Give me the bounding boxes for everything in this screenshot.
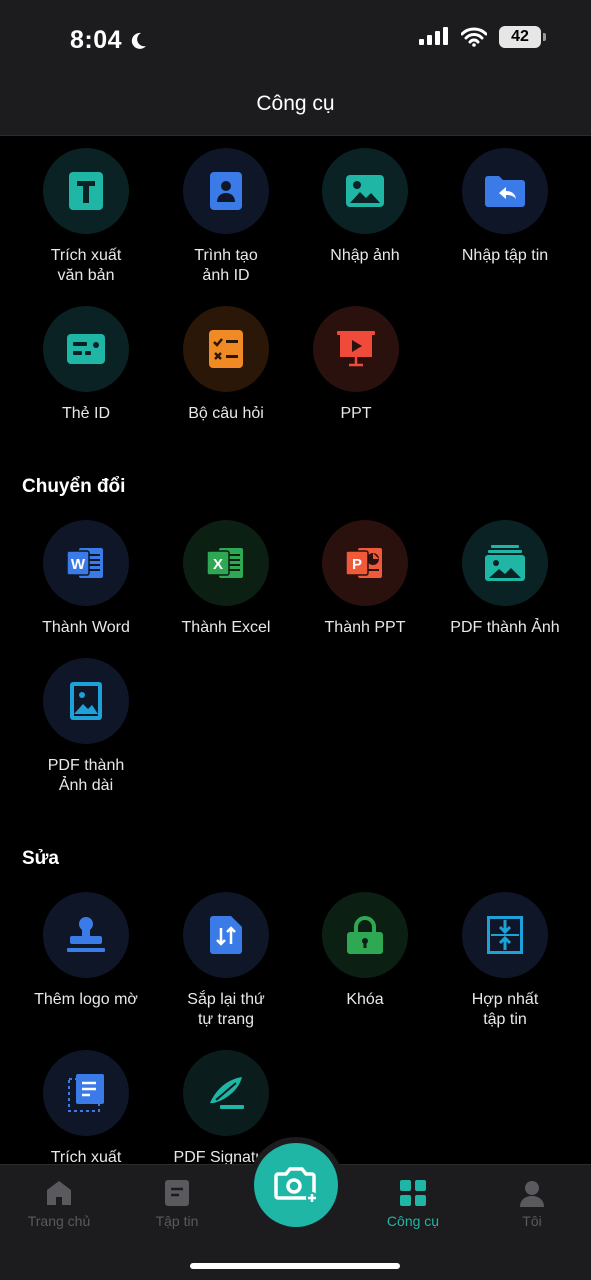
tool-label: Thành Excel (181, 619, 271, 636)
tool-label: tự trang (197, 1011, 255, 1028)
image-import-icon (346, 175, 384, 207)
reorder-pages-icon (210, 916, 242, 954)
page-title: Công cụ (256, 92, 335, 115)
word-icon: W (67, 548, 103, 578)
nav-label: Tập tin (155, 1213, 199, 1229)
tool-merge-files[interactable]: Hợp nhất tập tin (430, 892, 580, 1030)
pdf-to-images-icon (485, 545, 525, 581)
svg-text:P: P (352, 556, 362, 573)
tool-label: văn bản (57, 267, 115, 284)
tool-label: Sắp lại thứ (187, 991, 265, 1008)
camera-scan-button[interactable] (254, 1143, 338, 1227)
tool-watermark[interactable]: Thêm logo mờ (11, 892, 161, 1010)
file-import-icon (485, 176, 525, 207)
quiz-icon (209, 330, 243, 368)
home-icon (47, 1181, 71, 1205)
tool-lock[interactable]: Khóa (290, 892, 440, 1010)
nav-home[interactable]: Trang chủ (4, 1179, 114, 1229)
tool-label: Thành PPT (324, 619, 406, 636)
tool-label: Thêm logo mờ (34, 991, 138, 1008)
top-bar: 8:04 42 Công cụ (0, 0, 591, 136)
tool-import-image[interactable]: Nhập ảnh (290, 148, 440, 266)
tool-pdf-to-images[interactable]: PDF thành Ảnh (430, 520, 580, 638)
tool-label: PDF thành Ảnh (450, 619, 560, 636)
camera-add-icon (274, 1167, 318, 1204)
tool-label: Hợp nhất (471, 991, 539, 1008)
text-extract-icon (69, 172, 103, 210)
tools-content[interactable]: Trích xuất văn bản Trình tạo ảnh ID Nhập ả… (0, 136, 591, 1164)
cellular-signal-icon (419, 27, 448, 45)
section-title-convert: Chuyển đổi (22, 476, 126, 497)
battery-indicator: 42 (499, 26, 546, 48)
lock-icon (347, 916, 383, 954)
tool-label: Thành Word (42, 619, 130, 636)
merge-files-icon (487, 916, 523, 954)
watermark-stamp-icon (67, 917, 105, 952)
tool-ppt[interactable]: PPT (281, 306, 431, 424)
id-photo-icon (210, 172, 242, 210)
tool-label: Ảnh dài (58, 777, 114, 794)
status-time: 8:04 (70, 26, 148, 55)
tool-reorder-pages[interactable]: Sắp lại thứ tự trang (151, 892, 301, 1030)
tool-to-excel[interactable]: X Thành Excel (151, 520, 301, 638)
wifi-icon (461, 27, 487, 47)
tools-grid-icon (400, 1180, 426, 1206)
nav-label: Công cụ (386, 1213, 440, 1229)
nav-profile[interactable]: Tôi (477, 1179, 587, 1229)
tool-pdf-to-long-image[interactable]: PDF thành Ảnh dài (11, 658, 161, 796)
nav-files[interactable]: Tập tin (122, 1179, 232, 1229)
nav-label: Tôi (522, 1213, 542, 1229)
tool-label: Thẻ ID (61, 405, 110, 422)
tool-label: Trích xuất (50, 1149, 122, 1164)
tool-label: Trình tạo (194, 247, 258, 264)
tool-label: PPT (340, 405, 372, 422)
section-title-edit: Sửa (22, 848, 59, 869)
home-indicator (190, 1263, 400, 1269)
tool-label: PDF thành (47, 757, 125, 774)
status-indicators: 42 (419, 26, 546, 48)
svg-text:W: W (71, 556, 86, 573)
tool-label: Nhập tập tin (461, 247, 549, 264)
tool-label: ảnh ID (202, 267, 250, 284)
moon-icon (131, 32, 147, 49)
excel-icon: X (207, 548, 243, 578)
tool-label: Khóa (346, 991, 384, 1008)
tool-label: Nhập ảnh (330, 247, 400, 264)
signature-icon (210, 1077, 244, 1109)
tool-id-photo[interactable]: Trình tạo ảnh ID (151, 148, 301, 286)
id-card-icon (67, 334, 105, 364)
tool-label: Bộ câu hỏi (188, 405, 264, 422)
tool-to-word[interactable]: W Thành Word (11, 520, 161, 638)
pdf-to-long-image-icon (70, 682, 102, 720)
tool-extract-pages[interactable]: Trích xuất (11, 1050, 161, 1164)
extract-pages-icon (68, 1074, 104, 1112)
tool-quiz[interactable]: Bộ câu hỏi (151, 306, 301, 424)
presentation-icon (337, 331, 375, 367)
bottom-nav: Trang chủ Tập tin Công cụ Tôi (0, 1143, 591, 1280)
tool-label: tập tin (483, 1011, 527, 1028)
tool-id-card[interactable]: Thẻ ID (11, 306, 161, 424)
tool-to-ppt[interactable]: P Thành PPT (290, 520, 440, 638)
nav-tools[interactable]: Công cụ (358, 1179, 468, 1229)
profile-icon (520, 1181, 544, 1207)
tool-import-file[interactable]: Nhập tập tin (430, 148, 580, 266)
ppt-icon: P (346, 548, 382, 578)
files-icon (165, 1180, 189, 1206)
svg-text:X: X (213, 556, 223, 573)
nav-label: Trang chủ (27, 1213, 91, 1229)
tool-text-extract[interactable]: Trích xuất văn bản (11, 148, 161, 286)
tool-label: Trích xuất (50, 247, 122, 264)
